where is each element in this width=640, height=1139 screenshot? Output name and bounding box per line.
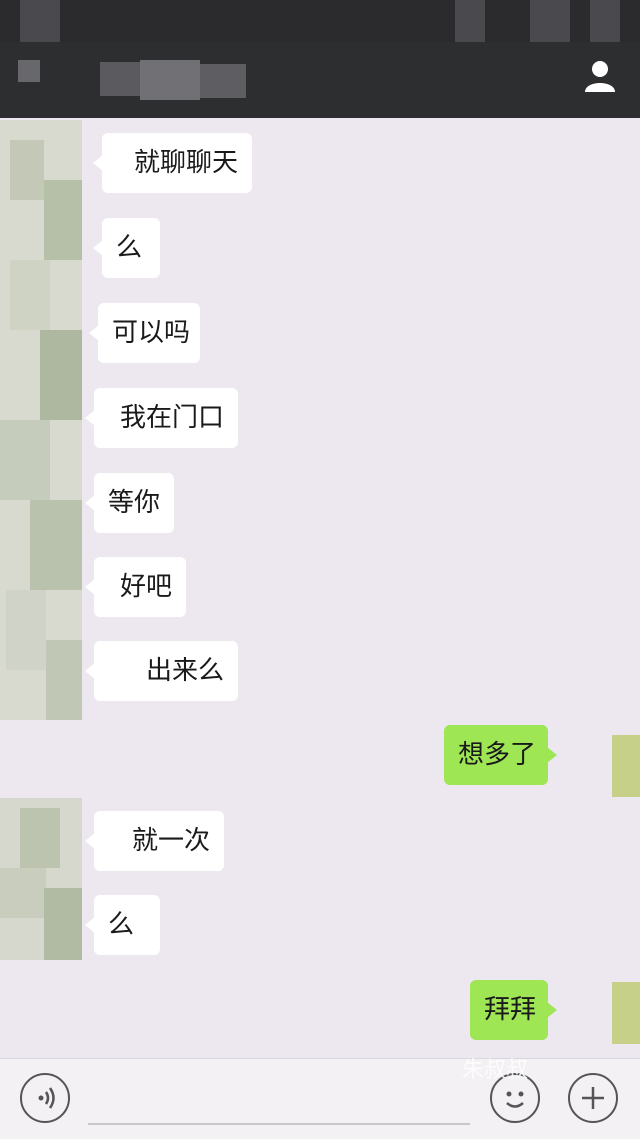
input-bar (0, 1058, 640, 1139)
watermark: 朱叔叔 (462, 1058, 529, 1083)
my-avatar-2[interactable] (612, 982, 640, 1044)
message-input[interactable] (88, 1123, 470, 1125)
message-incoming[interactable]: 好吧 (85, 557, 186, 617)
message-incoming[interactable]: 么 (85, 895, 160, 955)
status-bar (0, 0, 640, 42)
message-incoming[interactable]: 么 (93, 218, 160, 278)
message-incoming[interactable]: 就一次 (85, 811, 224, 871)
plus-icon (582, 1087, 604, 1109)
user-profile-icon[interactable] (582, 58, 618, 94)
message-incoming[interactable]: 我在门口 (85, 388, 238, 448)
message-incoming[interactable]: 出来么 (85, 641, 238, 701)
add-button[interactable] (568, 1073, 618, 1123)
message-incoming[interactable]: 可以吗 (89, 303, 200, 363)
voice-icon (38, 1087, 55, 1109)
contact-avatar[interactable] (0, 120, 82, 720)
message-incoming[interactable]: 就聊聊天 (93, 133, 252, 193)
message-outgoing[interactable]: 想多了 (444, 725, 557, 785)
chat-header (0, 42, 640, 118)
contact-avatar-2[interactable] (0, 798, 82, 960)
my-avatar[interactable] (612, 735, 640, 797)
voice-button[interactable] (20, 1073, 70, 1123)
message-outgoing[interactable]: 拜拜 (470, 980, 557, 1040)
message-incoming[interactable]: 等你 (85, 473, 174, 533)
